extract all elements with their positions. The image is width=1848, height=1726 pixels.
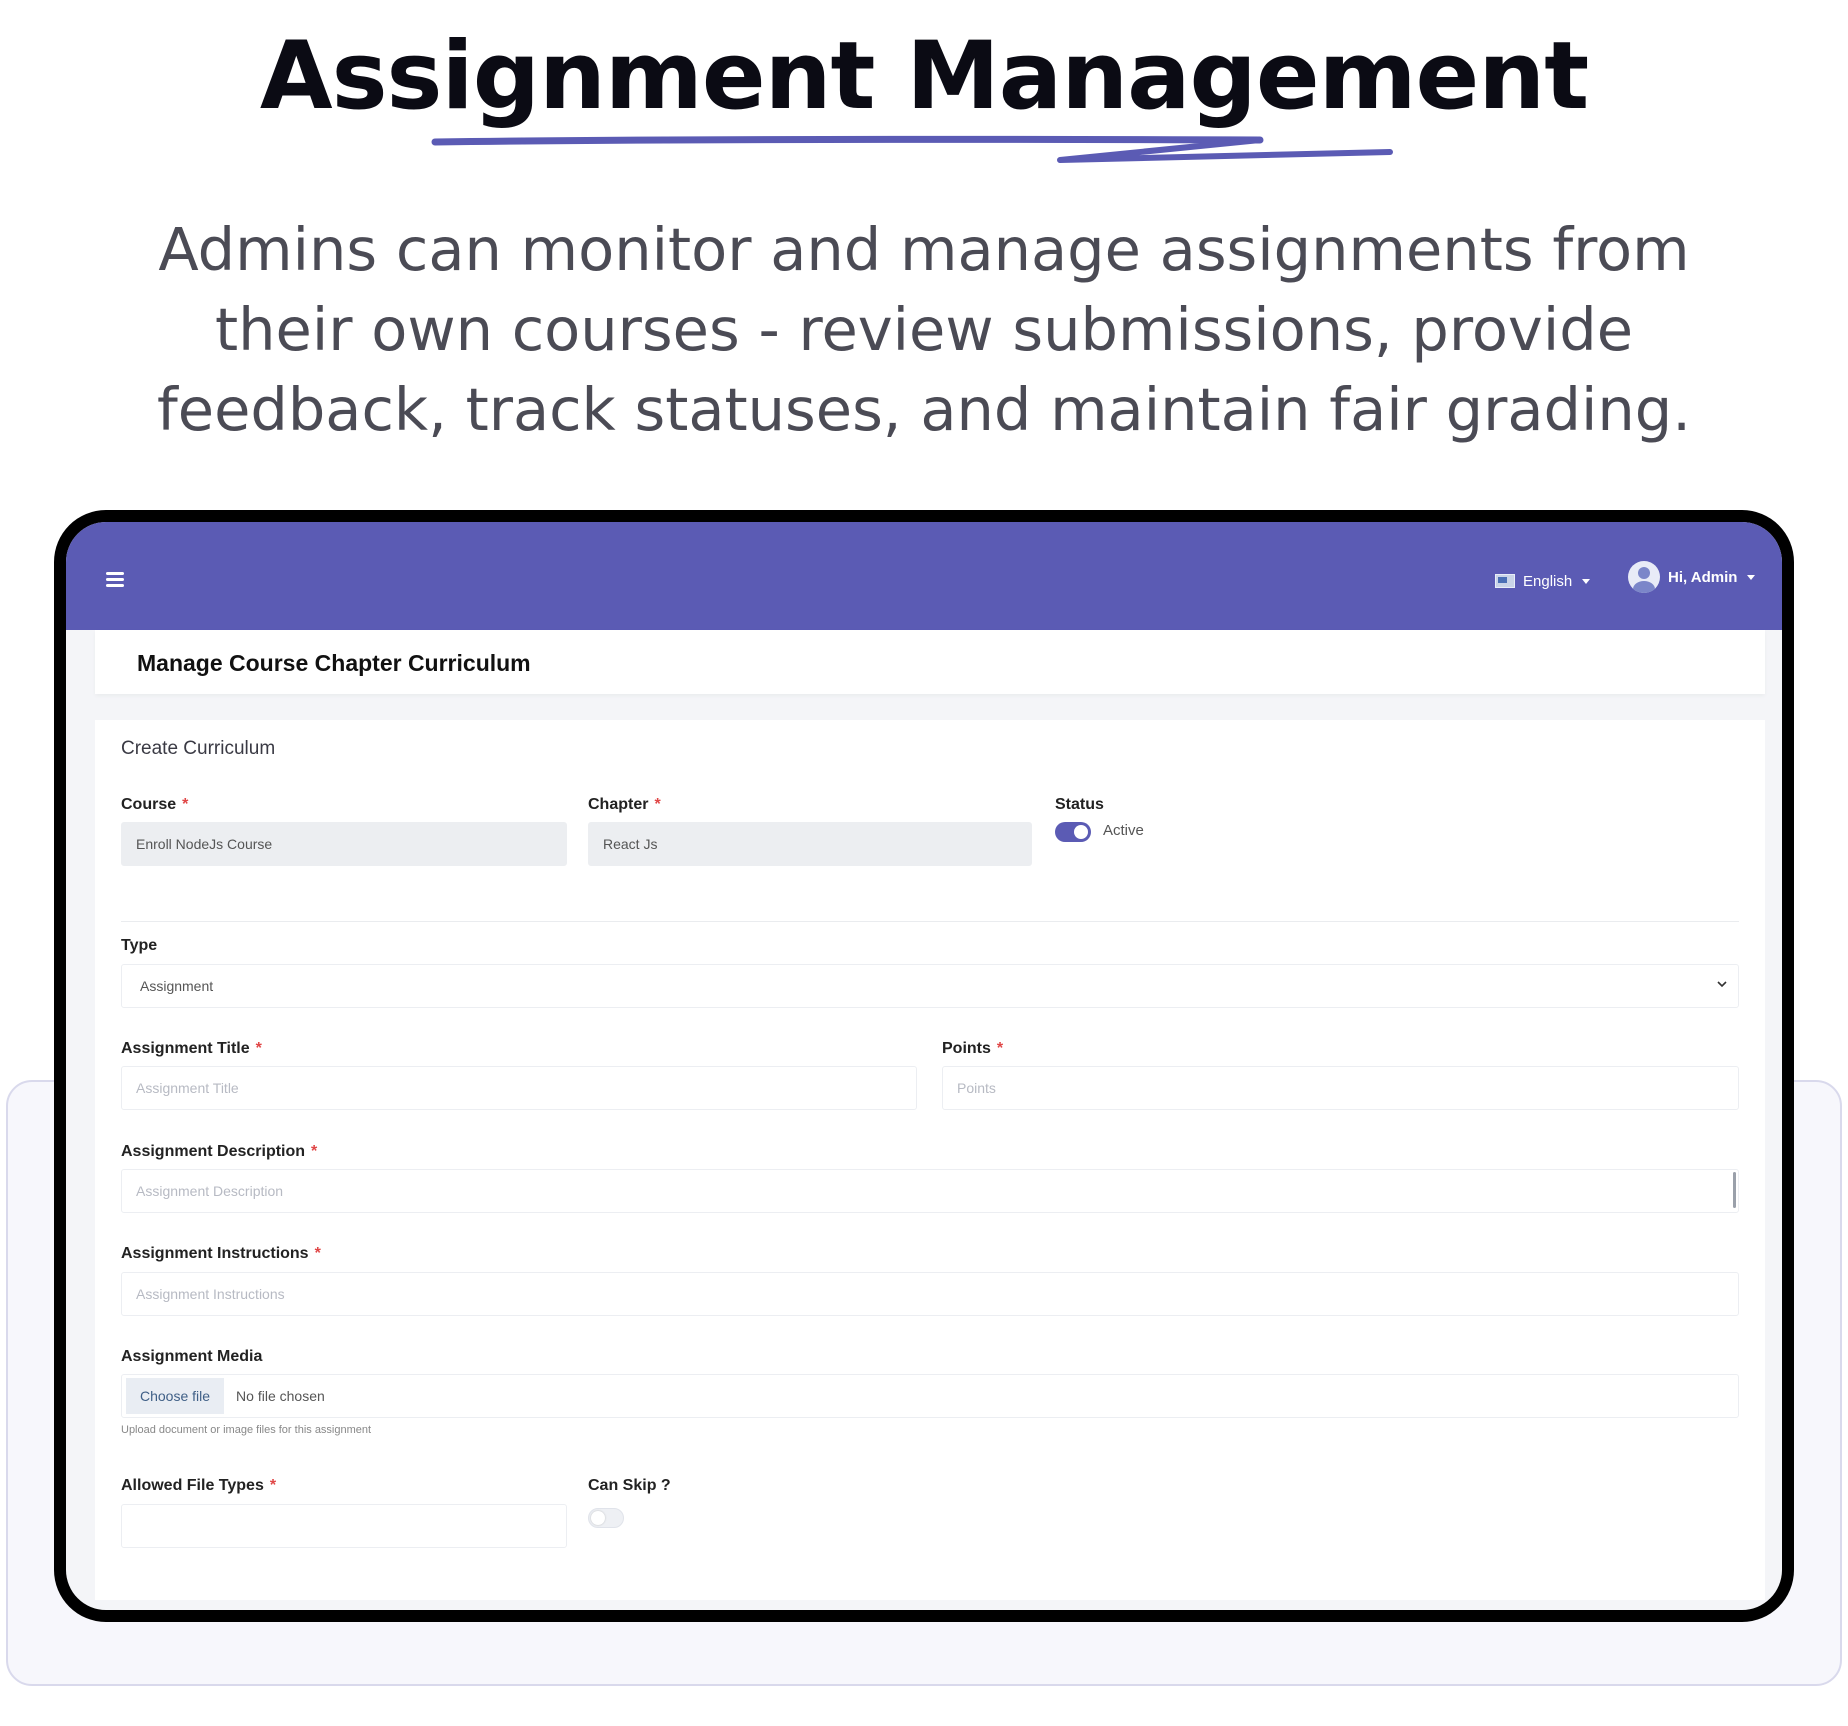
assignment-title-input[interactable]: Assignment Title <box>121 1066 917 1110</box>
assignment-description-input[interactable]: Assignment Description <box>121 1169 1739 1213</box>
points-label: Points * <box>942 1040 1004 1057</box>
assignment-instructions-placeholder: Assignment Instructions <box>136 1286 285 1302</box>
app-screen: English Hi, Admin Manage Course Chapter … <box>66 522 1782 1610</box>
user-menu[interactable]: Hi, Admin <box>1628 560 1756 594</box>
page-header: Manage Course Chapter Curriculum <box>95 630 1765 694</box>
user-greeting: Hi, Admin <box>1668 568 1738 586</box>
can-skip-label: Can Skip ? <box>588 1477 671 1494</box>
course-value: Enroll NodeJs Course <box>136 836 273 852</box>
type-value: Assignment <box>140 978 214 994</box>
allowed-file-types-label: Allowed File Types * <box>121 1477 277 1494</box>
chevron-down-icon <box>1717 981 1727 988</box>
title-underline <box>431 135 1393 163</box>
language-label: English <box>1523 572 1573 590</box>
language-dropdown[interactable]: English <box>1495 566 1591 596</box>
assignment-description-placeholder: Assignment Description <box>136 1183 284 1199</box>
can-skip-toggle[interactable] <box>588 1508 624 1528</box>
allowed-file-types-input[interactable] <box>121 1504 567 1548</box>
card-title: Create Curriculum <box>121 738 276 759</box>
choose-file-button[interactable]: Choose file <box>126 1378 225 1414</box>
chapter-field[interactable]: React Js <box>588 822 1032 866</box>
caret-down-icon <box>1582 578 1591 584</box>
type-select[interactable]: Assignment <box>121 964 1739 1008</box>
hero-description: Admins can monitor and manage assignment… <box>157 215 1691 444</box>
top-navbar: English Hi, Admin <box>66 522 1782 630</box>
flag-icon <box>1495 574 1515 588</box>
page-title: Manage Course Chapter Curriculum <box>137 650 531 676</box>
media-help-text: Upload document or image files for this … <box>121 1424 372 1436</box>
status-toggle[interactable] <box>1055 822 1091 842</box>
divider <box>121 921 1739 922</box>
caret-down-icon <box>1747 574 1756 580</box>
assignment-description-label: Assignment Description * <box>121 1143 318 1160</box>
assignment-title-label: Assignment Title * <box>121 1040 262 1057</box>
course-label: Course * <box>121 796 189 813</box>
course-field[interactable]: Enroll NodeJs Course <box>121 822 567 866</box>
chapter-label: Chapter * <box>588 796 661 813</box>
assignment-instructions-label: Assignment Instructions * <box>121 1245 321 1262</box>
device-frame: English Hi, Admin Manage Course Chapter … <box>54 510 1794 1622</box>
avatar <box>1628 561 1660 593</box>
assignment-title-placeholder: Assignment Title <box>136 1080 239 1096</box>
points-placeholder: Points <box>957 1080 996 1096</box>
chapter-value: React Js <box>603 836 658 852</box>
hero-title: Assignment Management <box>259 22 1589 131</box>
points-input[interactable]: Points <box>942 1066 1739 1110</box>
file-status: No file chosen <box>236 1388 325 1404</box>
type-label: Type <box>121 937 158 954</box>
status-label: Status <box>1055 796 1104 813</box>
hamburger-icon[interactable] <box>106 572 124 588</box>
assignment-media-label: Assignment Media <box>121 1348 263 1365</box>
create-curriculum-card: Create Curriculum Course * Enroll NodeJs … <box>95 720 1765 1600</box>
status-state-label: Active <box>1103 822 1144 839</box>
scrollbar[interactable] <box>1733 1172 1736 1208</box>
assignment-instructions-input[interactable]: Assignment Instructions <box>121 1272 1739 1316</box>
assignment-media-input[interactable]: Choose file No file chosen <box>121 1374 1739 1418</box>
